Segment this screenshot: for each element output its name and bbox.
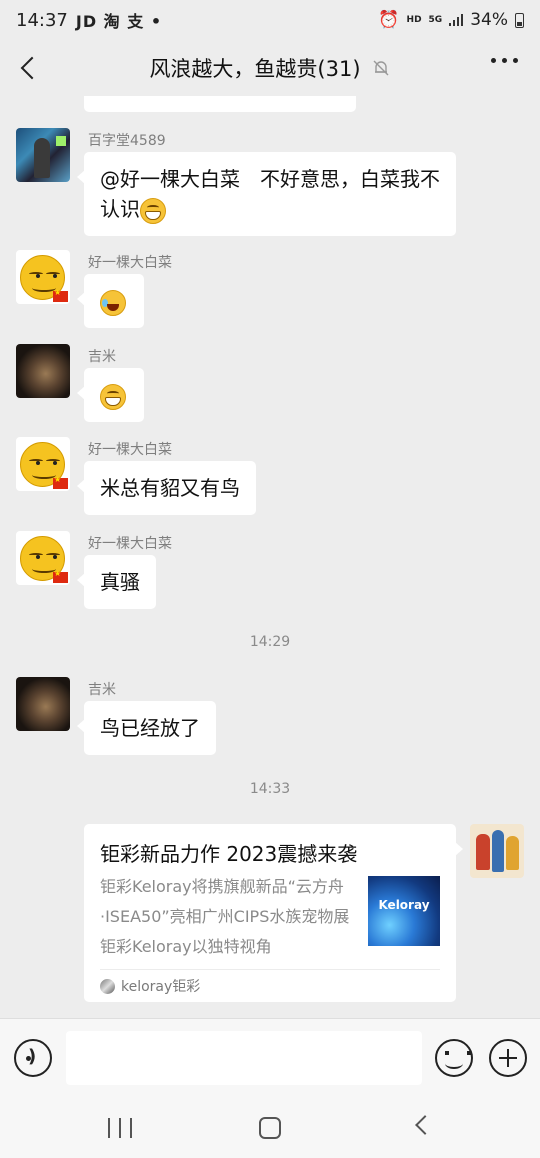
avatar[interactable] xyxy=(16,437,70,491)
system-back-button[interactable] xyxy=(415,1115,435,1135)
timestamp: 14:29 xyxy=(249,634,291,650)
message-input[interactable] xyxy=(66,1031,422,1085)
sender-name: 百字堂4589 xyxy=(88,133,166,149)
card-source: keloray钜彩 xyxy=(100,976,200,996)
message-item: 好一棵大白菜 真骚 xyxy=(16,531,516,609)
laughing-tears-emoji-icon xyxy=(100,289,126,316)
timestamp: 14:33 xyxy=(249,781,291,797)
sender-name: 好一棵大白菜 xyxy=(88,536,172,552)
grin-emoji-icon xyxy=(140,197,166,224)
own-avatar-row xyxy=(0,824,540,884)
voice-input-button[interactable] xyxy=(14,1039,52,1077)
card-divider xyxy=(100,969,440,970)
avatar[interactable] xyxy=(16,531,70,585)
own-avatar[interactable] xyxy=(470,824,524,878)
sender-name: 好一棵大白菜 xyxy=(88,255,172,271)
status-time: 14:37 xyxy=(16,9,68,31)
source-name: keloray钜彩 xyxy=(121,979,201,995)
chat-header: 风浪越大，鱼越贵(31) xyxy=(0,40,540,96)
status-app-icons: JD 淘 支 • xyxy=(75,12,163,31)
sender-name: 吉米 xyxy=(88,349,116,365)
more-options-button[interactable] xyxy=(491,58,518,63)
avatar[interactable] xyxy=(16,250,70,304)
message-text: 鸟已经放了 xyxy=(100,716,200,740)
card-thumbnail: Keloray xyxy=(368,876,440,946)
message-text: 真骚 xyxy=(100,570,140,594)
chat-area[interactable]: 百字堂4589 @好一棵大白菜 不好意思，白菜我不认识 好一棵大白菜 吉米 好一… xyxy=(0,96,540,1018)
message-bubble[interactable] xyxy=(77,368,144,422)
status-right: ⏰ HD 5G 34% xyxy=(378,10,524,30)
battery-icon xyxy=(515,12,524,28)
partial-bubble xyxy=(84,96,356,112)
hd-badge: HD xyxy=(406,14,422,25)
system-nav-bar xyxy=(0,1096,540,1158)
more-functions-button[interactable] xyxy=(489,1039,527,1077)
source-logo-icon xyxy=(100,978,115,994)
message-item: 好一棵大白菜 米总有貂又有鸟 xyxy=(16,437,516,515)
mute-bell-icon xyxy=(373,60,389,76)
status-bar: 14:37 JD 淘 支 • ⏰ HD 5G 34% xyxy=(0,0,540,40)
signal-icon xyxy=(449,14,464,26)
message-bubble[interactable]: 真骚 xyxy=(77,555,156,609)
chat-title: 风浪越大，鱼越贵(31) xyxy=(149,57,361,81)
home-button[interactable] xyxy=(259,1117,281,1139)
network-badge: 5G xyxy=(428,14,443,25)
emoji-button[interactable] xyxy=(435,1039,473,1077)
card-description: 钜彩Keloray将携旗舰新品“云方舟·ISEA50”亮相广州CIPS水族宠物展… xyxy=(100,877,350,956)
avatar[interactable] xyxy=(16,677,70,731)
message-bubble[interactable]: 鸟已经放了 xyxy=(77,701,216,755)
thumbnail-logo-text: Keloray xyxy=(378,898,430,912)
message-item: 好一棵大白菜 xyxy=(16,250,516,328)
avatar[interactable] xyxy=(16,128,70,182)
message-bubble[interactable]: 米总有貂又有鸟 xyxy=(77,461,256,515)
input-bar xyxy=(0,1018,540,1096)
grin-emoji-icon xyxy=(100,383,126,410)
back-button[interactable] xyxy=(16,50,40,86)
sender-name: 吉米 xyxy=(88,682,116,698)
avatar[interactable] xyxy=(16,344,70,398)
battery-percent: 34% xyxy=(470,10,508,30)
alarm-icon: ⏰ xyxy=(378,10,400,30)
message-text: 米总有貂又有鸟 xyxy=(100,476,240,500)
sender-name: 好一棵大白菜 xyxy=(88,442,172,458)
message-bubble[interactable]: @好一棵大白菜 不好意思，白菜我不认识 xyxy=(77,152,456,236)
message-bubble[interactable] xyxy=(77,274,144,328)
recents-button[interactable] xyxy=(108,1118,132,1138)
